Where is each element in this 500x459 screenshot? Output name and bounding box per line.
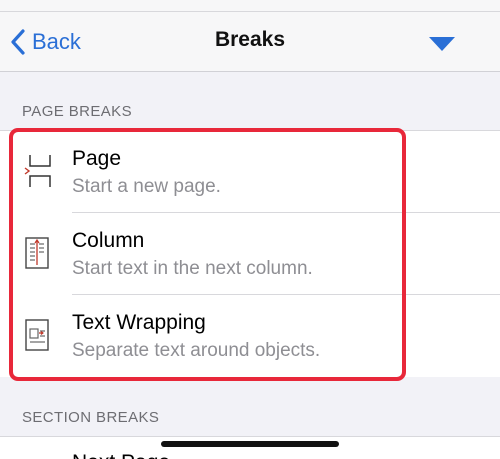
navigation-bar: Back Breaks (0, 12, 500, 72)
home-indicator[interactable] (161, 441, 339, 447)
list-item-text-wrapping[interactable]: Text Wrapping Separate text around objec… (0, 295, 500, 377)
page-break-icon (24, 155, 51, 187)
page-title: Breaks (214, 28, 286, 51)
item-title: Column (72, 229, 145, 252)
list-item-page[interactable]: Page Start a new page. (0, 131, 500, 213)
triangle-down-icon (429, 37, 455, 51)
item-subtitle: Separate text around objects. (72, 340, 321, 361)
page-breaks-list: Page Start a new page. Column Start text… (0, 130, 500, 377)
item-title: Text Wrapping (72, 311, 206, 334)
dropdown-toggle[interactable] (428, 36, 456, 57)
item-subtitle: Start a new page. (72, 176, 221, 197)
item-subtitle: Start text in the next column. (72, 258, 313, 279)
section-header-section-breaks: SECTION BREAKS (22, 409, 160, 426)
top-strip (0, 0, 500, 12)
column-break-icon (25, 237, 49, 269)
section-header-page-breaks: PAGE BREAKS (22, 103, 132, 120)
section-breaks-list: Next Page (0, 436, 500, 459)
text-wrapping-icon (25, 319, 49, 351)
list-item-next-page[interactable]: Next Page (72, 451, 170, 459)
item-title: Page (72, 147, 122, 170)
list-item-column[interactable]: Column Start text in the next column. (0, 213, 500, 295)
